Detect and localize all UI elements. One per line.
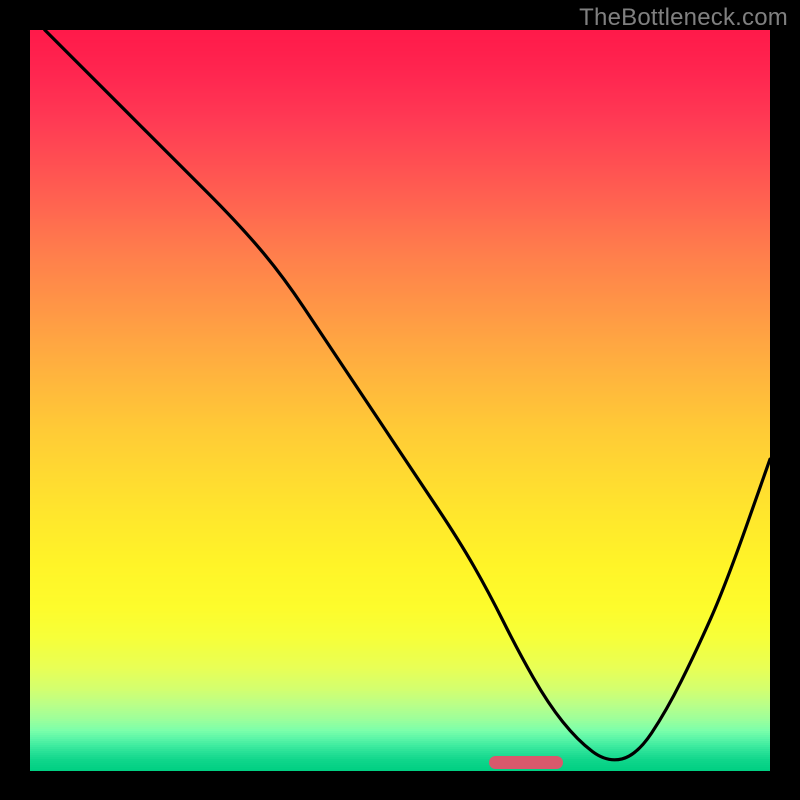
chart-frame: TheBottleneck.com — [0, 0, 800, 800]
optimal-range-marker — [489, 756, 563, 769]
plot-area — [30, 30, 770, 770]
bottleneck-curve — [30, 30, 770, 770]
watermark-text: TheBottleneck.com — [579, 4, 788, 32]
